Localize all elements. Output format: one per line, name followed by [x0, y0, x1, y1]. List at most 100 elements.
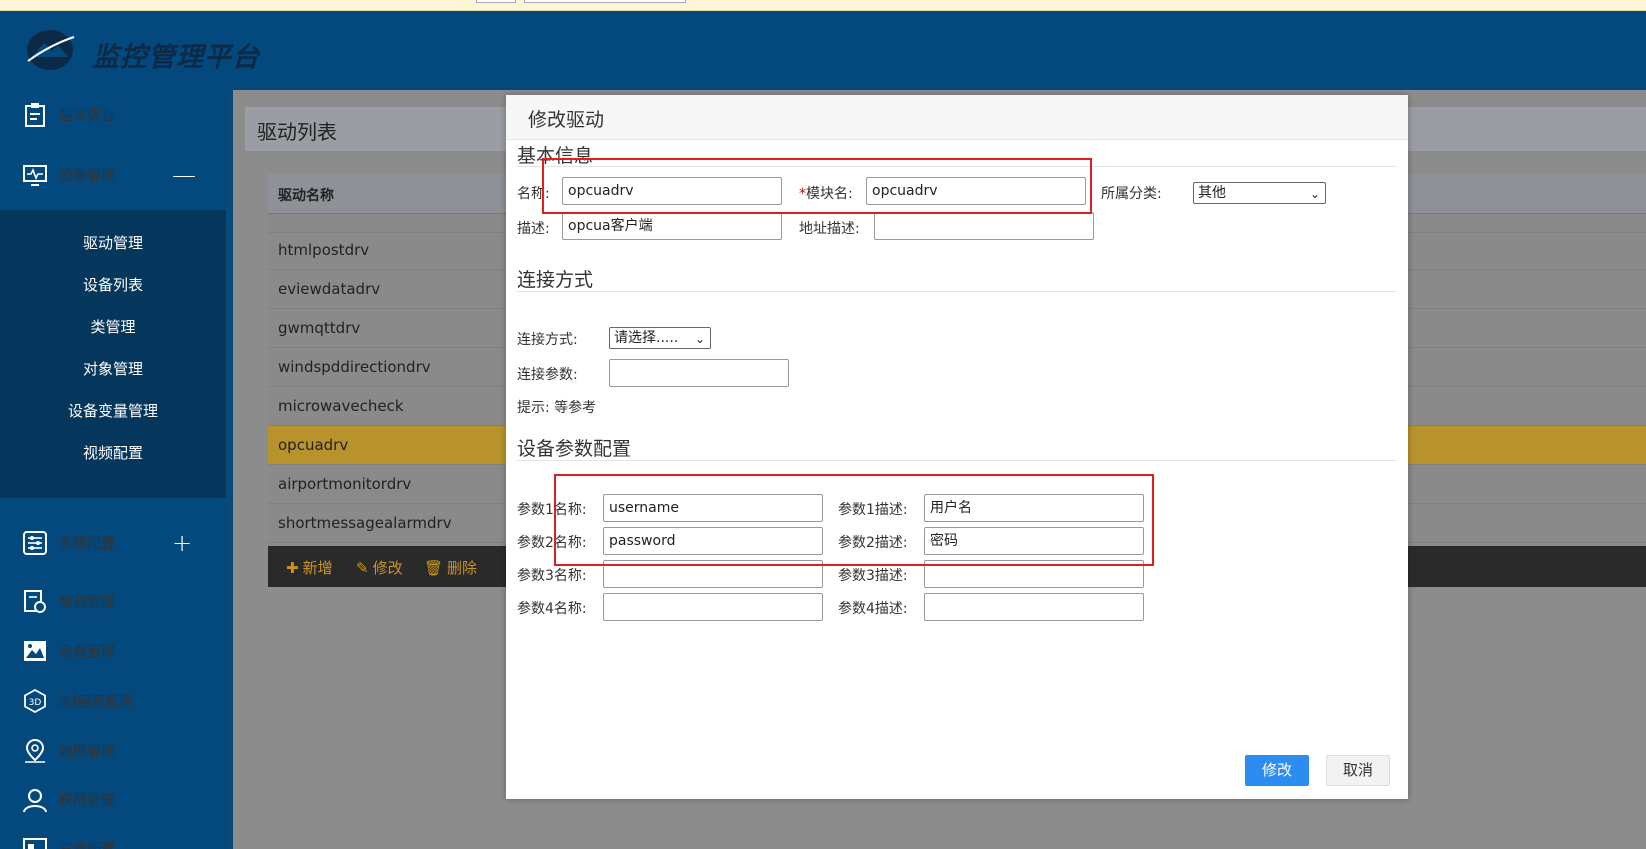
device-submenu: 驱动管理 设备列表 类管理 对象管理 设备变量管理 视频配置 [0, 210, 226, 498]
dialog-header: 修改驱动 [506, 95, 1408, 140]
add-button-label: 新增 [302, 559, 333, 577]
submenu-item-video-config[interactable]: 视频配置 [0, 438, 226, 468]
sidebar-item-basic-info[interactable]: 基本信息 [0, 90, 226, 140]
panel-title: 驱动列表 [257, 120, 337, 144]
address-desc-input[interactable] [874, 212, 1094, 240]
edit-driver-dialog: 修改驱动 基本信息 名称: opcuadrv *模块名: opcuadrv 所属… [506, 95, 1408, 799]
submenu-item-device-list[interactable]: 设备列表 [0, 270, 226, 300]
desc-input[interactable]: opcua客户端 [562, 212, 782, 240]
connection-param-input[interactable] [609, 359, 789, 387]
table-cell: eviewdatadrv [278, 280, 381, 298]
sidebar-item-screen-management[interactable]: 画面管理 [0, 626, 226, 676]
cancel-button[interactable]: 取消 [1326, 755, 1390, 786]
param3-name-label: 参数3名称: [517, 568, 587, 584]
param1-desc-input[interactable]: 用户名 [924, 494, 1144, 522]
user-icon [23, 789, 47, 813]
table-cell: microwavecheck [278, 397, 404, 415]
section-title-device-params: 设备参数配置 [517, 438, 632, 460]
table-cell: opcuadrv [278, 436, 349, 454]
param3-name-input[interactable] [603, 560, 823, 588]
section-divider [517, 460, 1397, 461]
connection-method-select[interactable]: 请选择..... ⌄ [609, 327, 711, 349]
sidebar-item-label: 日志配置 [59, 839, 115, 849]
param1-name-label: 参数1名称: [517, 502, 587, 518]
module-label-text: 模块名: [806, 186, 853, 202]
edit-button[interactable]: ✎ 修改 [356, 557, 403, 578]
confirm-edit-button[interactable]: 修改 [1245, 755, 1309, 786]
param2-desc-label: 参数2描述: [838, 535, 908, 551]
chevron-down-icon: ⌄ [1309, 187, 1320, 201]
sidebar-divider [226, 90, 233, 849]
required-marker: * [799, 186, 806, 202]
pencil-icon: ✎ [356, 559, 369, 577]
connection-method-value: 请选择..... [614, 330, 679, 346]
sidebar-item-device-management[interactable]: 设备管理 — [0, 150, 226, 200]
sidebar-item-label: 权限管理 [59, 793, 115, 809]
name-input[interactable]: opcuadrv [562, 177, 782, 205]
logo-icon [27, 30, 75, 70]
svg-text:3D: 3D [29, 698, 42, 708]
sidebar-item-label: 设备管理 [59, 168, 115, 184]
expand-toggle[interactable]: + [172, 531, 192, 555]
param2-name-input[interactable]: password [603, 527, 823, 555]
submenu-item-class-management[interactable]: 类管理 [0, 312, 226, 342]
submenu-item-driver-management[interactable]: 驱动管理 [0, 228, 226, 258]
section-title-basic-info: 基本信息 [517, 145, 594, 167]
sidebar-item-system-config[interactable]: 系统配置 + [0, 518, 226, 568]
sidebar-item-linkage-management[interactable]: 联动管理 [0, 577, 226, 627]
section-divider [517, 291, 1397, 292]
category-label: 所属分类: [1101, 186, 1162, 202]
sidebar-item-permission-management[interactable]: 权限管理 [0, 775, 226, 825]
submenu-item-object-management[interactable]: 对象管理 [0, 354, 226, 384]
module-label: *模块名: [799, 183, 853, 203]
dialog-title: 修改驱动 [528, 109, 605, 131]
desc-label: 描述: [517, 221, 550, 237]
connection-hint: 提示: 等参考 [517, 400, 597, 416]
submenu-item-device-variable-management[interactable]: 设备变量管理 [0, 396, 226, 426]
param1-desc-label: 参数1描述: [838, 502, 908, 518]
browser-notification-bar [0, 0, 1646, 11]
category-select[interactable]: 其他 ⌄ [1193, 182, 1326, 204]
param1-name-input[interactable]: username [603, 494, 823, 522]
param4-name-label: 参数4名称: [517, 601, 587, 617]
add-button[interactable]: ✚ 新增 [286, 557, 333, 578]
param3-desc-input[interactable] [924, 560, 1144, 588]
delete-button[interactable]: 🗑 删除 [424, 557, 477, 578]
clipboard-icon [25, 103, 45, 127]
table-cell: shortmessagealarmdrv [278, 514, 452, 532]
name-label: 名称: [517, 186, 550, 202]
connection-method-label: 连接方式: [517, 332, 578, 348]
map-pin-icon [25, 738, 45, 763]
param4-desc-input[interactable] [924, 593, 1144, 621]
chevron-down-icon: ⌄ [694, 332, 705, 346]
image-icon [24, 641, 46, 661]
sidebar-item-label: 画面管理 [59, 644, 115, 660]
link-doc-icon [24, 590, 46, 613]
param4-name-input[interactable] [603, 593, 823, 621]
address-desc-label: 地址描述: [799, 221, 860, 237]
app-header: 监控管理平台 [0, 11, 1646, 90]
column-header-driver-name: 驱动名称 [278, 188, 334, 204]
sidebar-item-label: 3d画面管理 [59, 694, 133, 710]
notification-field-2[interactable] [524, 0, 686, 3]
connection-param-label: 连接参数: [517, 367, 578, 383]
param2-desc-input[interactable]: 密码 [924, 527, 1144, 555]
sidebar-item-label: 系统配置 [59, 536, 115, 552]
table-cell: gwmqttdrv [278, 319, 361, 337]
delete-button-label: 删除 [447, 559, 478, 577]
module-input[interactable]: opcuadrv [866, 177, 1086, 205]
plus-icon: ✚ [286, 559, 299, 577]
trash-icon: 🗑 [424, 559, 444, 577]
table-cell: htmlpostdrv [278, 241, 370, 259]
sidebar-item-map-management[interactable]: 地图管理 [0, 726, 226, 776]
collapse-toggle[interactable]: — [172, 163, 196, 187]
param3-desc-label: 参数3描述: [838, 568, 908, 584]
sidebar-item-3d-screen-management[interactable]: 3D 3d画面管理 [0, 676, 226, 726]
param4-desc-label: 参数4描述: [838, 601, 908, 617]
sidebar-item-label: 联动管理 [59, 595, 115, 611]
sidebar-item-label: 基本信息 [59, 108, 115, 124]
notification-field-1[interactable] [476, 0, 516, 3]
sidebar-item-log-config[interactable]: 日志配置 [0, 824, 226, 849]
3d-icon: 3D [24, 688, 46, 714]
param2-name-label: 参数2名称: [517, 535, 587, 551]
